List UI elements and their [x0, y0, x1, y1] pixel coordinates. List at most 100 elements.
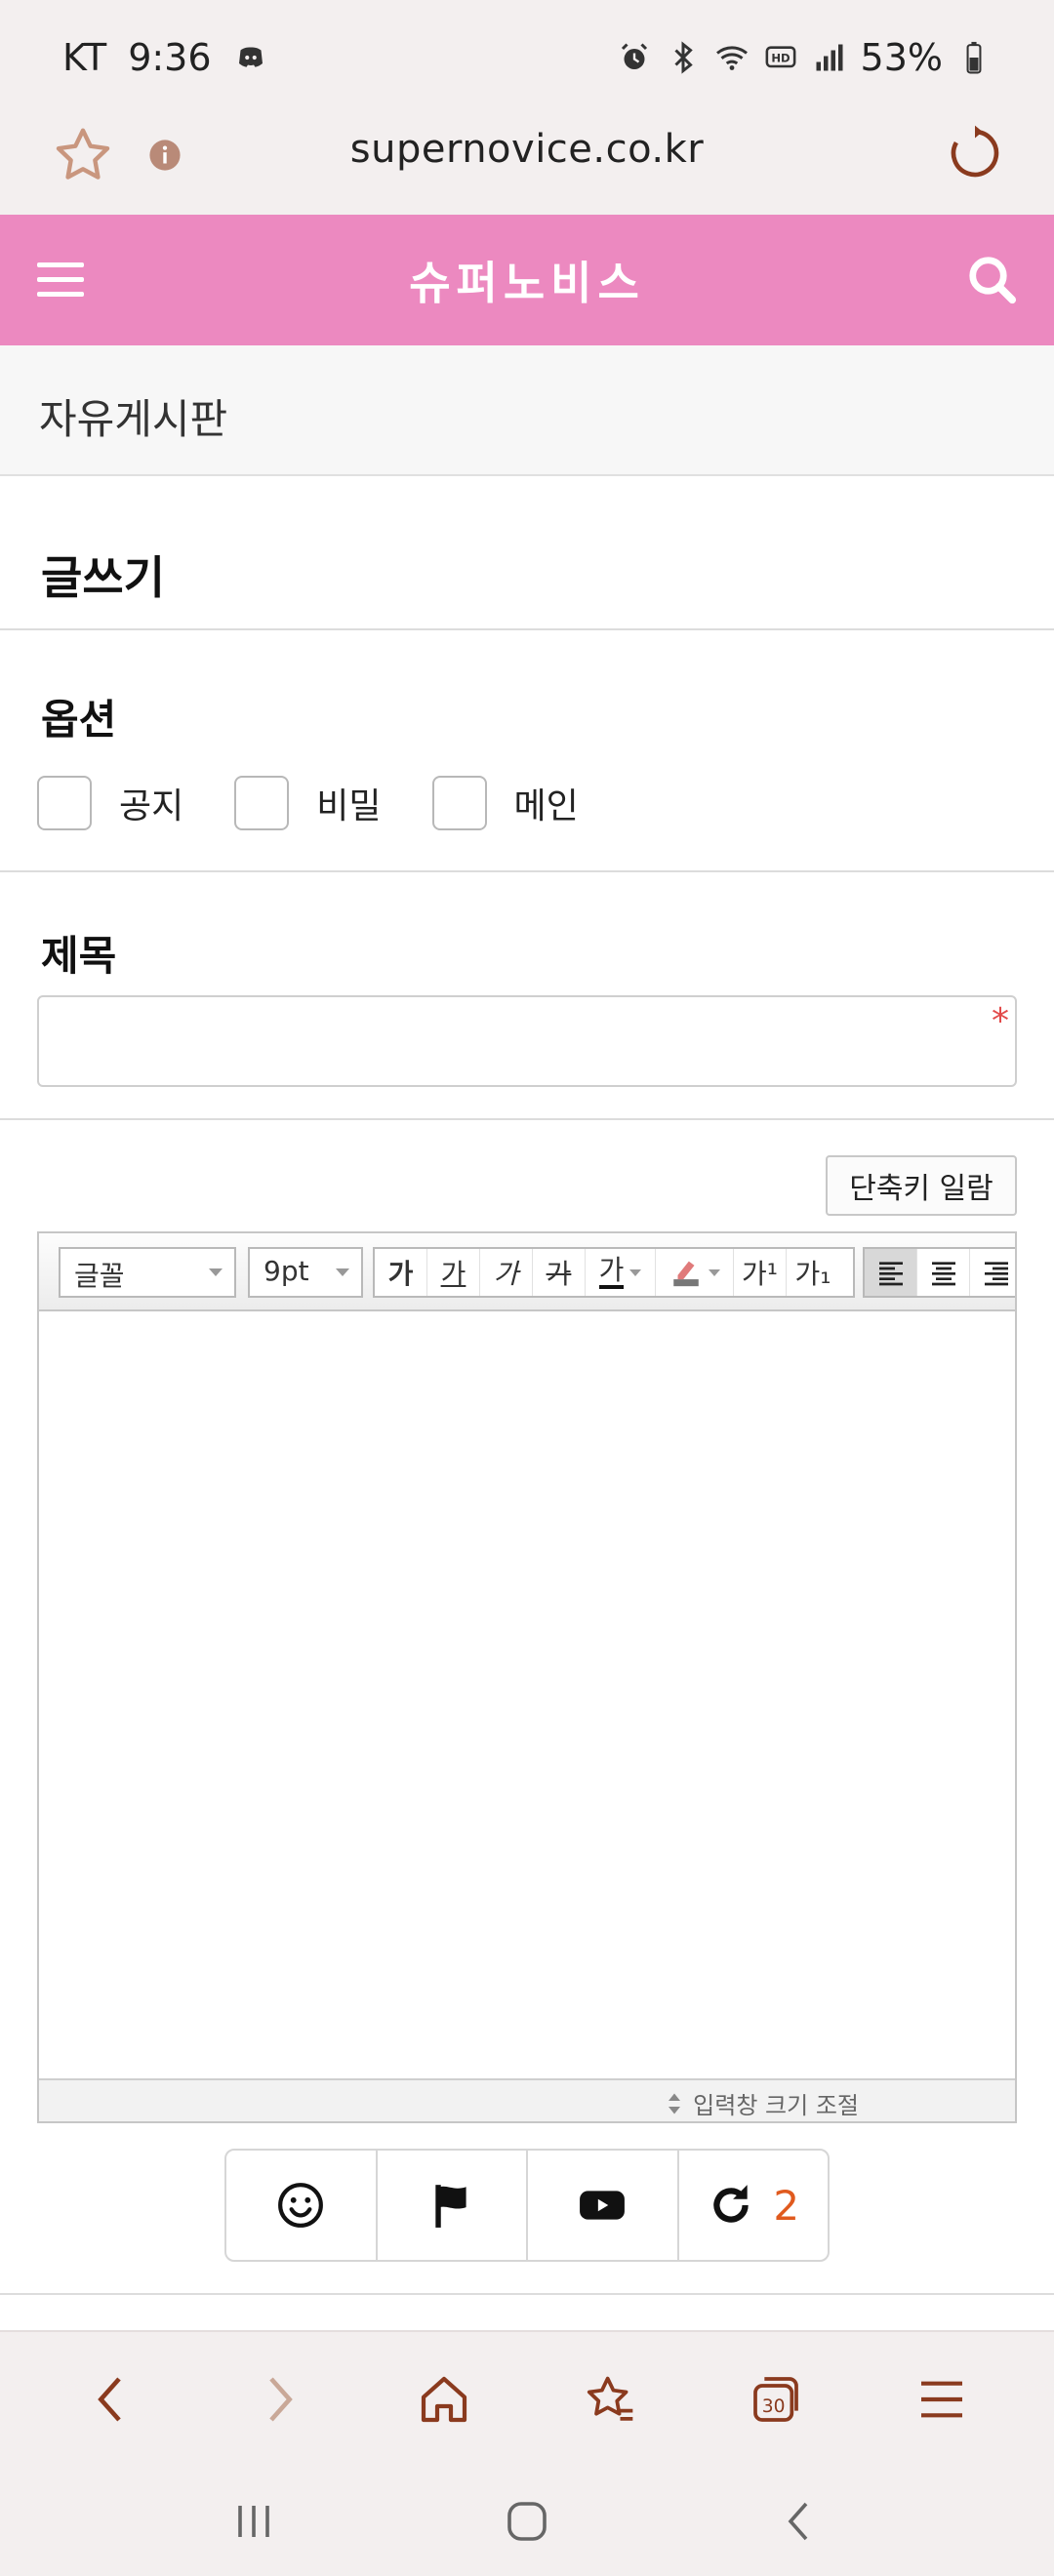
chevron-down-icon — [629, 1268, 642, 1276]
superscript-button[interactable]: 가¹ — [734, 1249, 787, 1296]
site-title[interactable]: 슈퍼노비스 — [0, 248, 1054, 312]
attach-toolbar: 2 — [224, 2149, 830, 2262]
subject-input[interactable] — [37, 995, 1017, 1087]
home-icon — [421, 2376, 467, 2423]
required-mark: * — [992, 1001, 1009, 1041]
chevron-left-icon — [98, 2377, 121, 2422]
font-color-label: 가 — [598, 1256, 625, 1289]
main-label: 메인 — [513, 786, 579, 826]
home-circle-icon[interactable] — [504, 2498, 550, 2545]
smiley-icon — [278, 2183, 324, 2228]
resize-label-wrap: 입력창 크기 조절 — [666, 2086, 859, 2120]
home-button[interactable] — [400, 2355, 488, 2443]
shortcut-list-button[interactable]: 단축키 일람 — [826, 1155, 1017, 1216]
bold-button[interactable]: 가 — [375, 1249, 427, 1296]
font-color-button[interactable]: 가 — [586, 1249, 656, 1296]
notice-checkbox[interactable] — [37, 776, 92, 830]
page-title: 글쓰기 — [41, 551, 165, 604]
refresh-icon — [713, 2185, 750, 2223]
highlighter-icon — [672, 1261, 699, 1287]
carrier-label: KT — [62, 36, 107, 79]
align-center-icon — [931, 1262, 955, 1286]
battery-percent: 53% — [860, 36, 943, 79]
reload-icon[interactable] — [945, 123, 1005, 183]
browser-menu-button[interactable] — [898, 2355, 986, 2443]
bookmarks-button[interactable] — [566, 2355, 654, 2443]
subject-label: 제목 — [41, 932, 117, 980]
site-header: 슈퍼노비스 — [0, 215, 1054, 345]
editor-content-area[interactable] — [39, 1313, 1015, 2082]
editor-resize-handle[interactable]: 입력창 크기 조절 — [39, 2078, 1015, 2121]
divider — [0, 870, 1054, 872]
search-icon[interactable] — [966, 254, 1019, 306]
secret-label: 비밀 — [316, 786, 382, 826]
subscript-button[interactable]: 가₁ — [787, 1249, 839, 1296]
font-family-select[interactable]: 글꼴 — [59, 1247, 236, 1298]
bookmark-list-icon — [587, 2376, 633, 2421]
chevron-down-icon — [209, 1268, 223, 1276]
format-button-group: 가 가 가 가 가 가¹ 가₁ — [373, 1247, 855, 1298]
options-row: 공지 비밀 메인 — [37, 776, 629, 830]
align-left-button[interactable] — [865, 1249, 917, 1296]
emoticon-button[interactable] — [226, 2151, 378, 2260]
option-notice[interactable]: 공지 — [37, 776, 183, 830]
browser-bottom-nav: 30 — [0, 2330, 1054, 2467]
redo-button[interactable]: 2 — [679, 2151, 829, 2260]
recent-apps-icon[interactable] — [230, 2498, 277, 2545]
font-family-value: 글꼴 — [74, 1260, 125, 1292]
clock: 9:36 — [128, 36, 212, 79]
svg-text:HD: HD — [771, 52, 790, 65]
signal-icon — [816, 44, 843, 71]
strikethrough-button[interactable]: 가 — [533, 1249, 586, 1296]
secret-checkbox[interactable] — [234, 776, 290, 830]
flag-button[interactable] — [378, 2151, 528, 2260]
resize-label: 입력창 크기 조절 — [693, 2092, 859, 2119]
system-back-icon[interactable] — [777, 2498, 824, 2545]
main-checkbox[interactable] — [431, 776, 487, 830]
svg-text:30: 30 — [762, 2396, 786, 2417]
chevron-down-icon — [336, 1268, 349, 1276]
divider — [0, 2293, 1054, 2295]
hd-call-icon: HD — [765, 46, 795, 68]
font-size-value: 9pt — [264, 1255, 309, 1287]
divider — [0, 1118, 1054, 1120]
youtube-icon — [580, 2191, 626, 2220]
system-nav-bar — [0, 2467, 1054, 2576]
options-label: 옵션 — [41, 696, 117, 744]
option-main[interactable]: 메인 — [431, 776, 579, 830]
underline-button[interactable]: 가 — [427, 1249, 480, 1296]
divider — [0, 628, 1054, 630]
board-name[interactable]: 자유게시판 — [39, 386, 227, 446]
bluetooth-icon — [673, 41, 693, 74]
notice-label: 공지 — [119, 786, 184, 826]
alarm-icon — [621, 43, 647, 69]
align-left-icon — [878, 1262, 903, 1286]
url-text[interactable]: supernovice.co.kr — [0, 127, 1054, 172]
align-right-button[interactable] — [970, 1249, 1015, 1296]
redo-count: 2 — [773, 2181, 800, 2230]
tabs-button[interactable]: 30 — [732, 2355, 820, 2443]
menu-icon — [921, 2381, 962, 2418]
status-right: HD 53% — [617, 36, 992, 79]
youtube-button[interactable] — [528, 2151, 679, 2260]
italic-button[interactable]: 가 — [480, 1249, 533, 1296]
align-button-group — [863, 1247, 1015, 1298]
resize-arrows-icon — [669, 2093, 681, 2113]
align-right-icon — [985, 1262, 1008, 1286]
wifi-icon — [715, 46, 748, 70]
font-size-select[interactable]: 9pt — [248, 1247, 363, 1298]
forward-button[interactable] — [234, 2355, 322, 2443]
board-bar: 자유게시판 — [0, 345, 1054, 476]
highlight-color-button[interactable] — [656, 1249, 734, 1296]
tabs-icon: 30 — [753, 2377, 798, 2422]
option-secret[interactable]: 비밀 — [234, 776, 382, 830]
rich-text-editor: 글꼴 9pt 가 가 가 가 가 가¹ 가₁ 입력창 크기 조절 — [37, 1231, 1017, 2123]
discord-icon — [238, 47, 263, 67]
chevron-down-icon — [708, 1268, 720, 1276]
battery-icon — [966, 41, 982, 74]
status-left: KT 9:36 — [62, 36, 268, 79]
back-button[interactable] — [68, 2355, 156, 2443]
align-center-button[interactable] — [917, 1249, 970, 1296]
editor-toolbar: 글꼴 9pt 가 가 가 가 가 가¹ 가₁ — [39, 1233, 1015, 1311]
url-bar: supernovice.co.kr — [0, 98, 1054, 215]
